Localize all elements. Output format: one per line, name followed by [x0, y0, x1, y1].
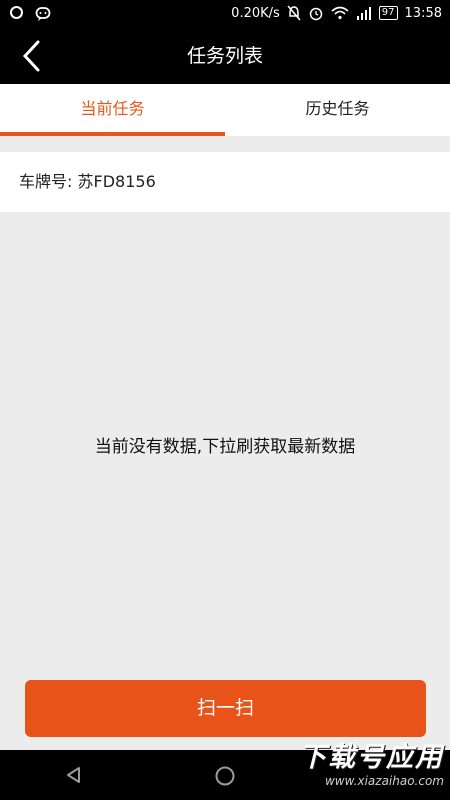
wifi-icon [331, 6, 349, 20]
plate-label: 车牌号: [19, 172, 73, 191]
status-bar: 0.20K/s 97 13:58 [0, 0, 450, 28]
watermark-text: 下载号应用 [299, 742, 444, 773]
status-time: 13:58 [404, 5, 442, 21]
tab-bar: 当前任务 历史任务 [0, 84, 450, 136]
page-title: 任务列表 [186, 45, 263, 67]
watermark-url: www.xiazaihao.com [324, 774, 444, 788]
empty-state-message: 当前没有数据,下拉刷获取最新数据 [94, 437, 356, 457]
back-triangle-icon[interactable] [64, 765, 84, 785]
mute-icon [287, 5, 301, 21]
network-speed: 0.20K/s [231, 5, 280, 21]
scan-button[interactable]: 扫一扫 [25, 680, 426, 737]
tab-current-tasks[interactable]: 当前任务 [0, 84, 225, 136]
circle-icon [10, 6, 23, 19]
active-tab-indicator [0, 132, 225, 136]
status-left-icons [10, 6, 51, 22]
plate-row: 车牌号: 苏FD8156 [0, 152, 450, 212]
status-right: 0.20K/s 97 13:58 [231, 5, 442, 21]
watermark-logo: 下载号应用 www.xiazaihao.com [268, 742, 444, 794]
plate-number: 苏FD8156 [77, 172, 156, 191]
tab-history-tasks[interactable]: 历史任务 [225, 84, 450, 136]
chat-icon [35, 7, 51, 21]
alarm-icon [309, 7, 323, 21]
home-circle-icon[interactable] [214, 765, 236, 787]
title-bar: 任务列表 [0, 28, 450, 84]
signal-icon [356, 7, 371, 20]
battery-icon: 97 [378, 6, 398, 20]
